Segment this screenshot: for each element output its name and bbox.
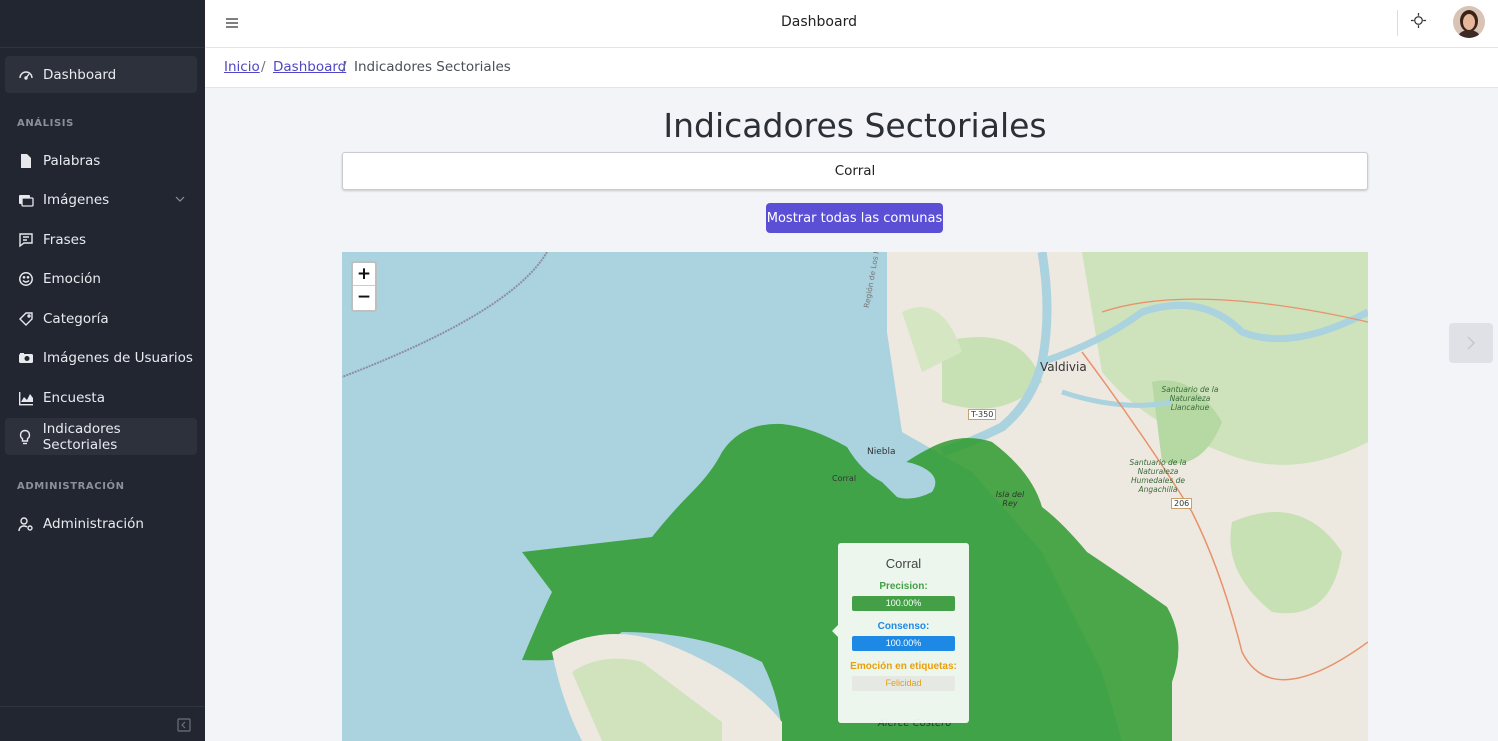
sidebar-item-emocion[interactable]: Emoción [5, 260, 197, 297]
sidebar-item-label: Administración [43, 515, 144, 532]
breadcrumb-inicio-link[interactable]: Inicio [224, 59, 260, 75]
breadcrumb-separator: / [261, 59, 266, 75]
comment-icon [17, 231, 34, 248]
sidebar-item-label: Emoción [43, 270, 101, 287]
sidebar: Dashboard ANÁLISIS Palabras Imágenes Fra… [0, 0, 205, 741]
smile-icon [17, 270, 34, 287]
speedometer-icon [17, 66, 34, 83]
sidebar-item-encuesta[interactable]: Encuesta [5, 379, 197, 416]
sidebar-item-dashboard[interactable]: Dashboard [5, 56, 197, 93]
commune-select[interactable]: Corral [342, 152, 1368, 190]
chevron-right-icon [1467, 336, 1476, 350]
lightbulb-icon [17, 428, 34, 445]
tag-icon [17, 310, 34, 327]
sidebar-footer [0, 706, 205, 741]
images-icon [17, 191, 34, 208]
header-title: Dashboard [781, 14, 857, 30]
zoom-control: + − [351, 261, 377, 312]
sidebar-item-frases[interactable]: Frases [5, 221, 197, 258]
map-label-santuario-2: Santuario de la Naturaleza Humedales de … [1129, 458, 1187, 494]
sidebar-item-palabras[interactable]: Palabras [5, 142, 197, 179]
breadcrumb-separator: / [342, 59, 347, 75]
zoom-in-button[interactable]: + [353, 263, 375, 286]
file-icon [17, 152, 34, 169]
commune-popup: Corral Precision: 100.00% Consenso: 100.… [832, 543, 969, 723]
chevron-down-icon[interactable] [175, 194, 185, 204]
precision-label: Precision: [879, 581, 928, 592]
header-divider [1397, 10, 1398, 36]
sidebar-item-imagenes[interactable]: Imágenes [5, 181, 197, 218]
sidebar-item-label: Imágenes [43, 191, 110, 208]
breadcrumb-dashboard-link[interactable]: Dashboard [273, 59, 346, 75]
theme-toggle-icon[interactable] [1410, 12, 1427, 29]
breadcrumb-current: Indicadores Sectoriales [354, 59, 511, 75]
consensus-bar: 100.00% [852, 636, 955, 651]
sidebar-toggle-icon[interactable] [177, 718, 191, 732]
show-all-communes-button[interactable]: Mostrar todas las comunas [766, 203, 943, 233]
map-label-corral-town: Corral [832, 474, 857, 483]
sidebar-item-label: Dashboard [43, 66, 117, 83]
map-label-santuario-1: Santuario de la Naturaleza Llancahue [1161, 385, 1219, 412]
sidebar-item-administracion[interactable]: Administración [5, 505, 197, 542]
user-gear-icon [17, 515, 34, 532]
side-arrow-button[interactable] [1449, 323, 1493, 363]
avatar[interactable] [1453, 6, 1485, 38]
sidebar-item-label: Frases [43, 231, 86, 248]
map-label-valdivia: Valdivia [1040, 360, 1087, 374]
section-title-analysis: ANÁLISIS [17, 118, 74, 129]
page-title: Indicadores Sectoriales [663, 106, 1047, 145]
map-label-road-t350: T-350 [968, 409, 997, 420]
chart-icon [17, 389, 34, 406]
sidebar-brand [0, 0, 205, 48]
sidebar-item-label: Indicadores Sectoriales [42, 420, 121, 453]
sidebar-item-imagenes-usuarios[interactable]: Imágenes de Usuarios [5, 339, 197, 376]
map-label-road-206: 206 [1171, 498, 1193, 509]
sidebar-item-label: Encuesta [43, 389, 105, 406]
camera-icon [17, 349, 34, 366]
sidebar-item-label: Categoría [43, 310, 109, 327]
sidebar-item-indicadores[interactable]: Indicadores Sectoriales [5, 418, 197, 455]
sidebar-item-label: Imágenes de Usuarios [43, 349, 193, 366]
top-header: Dashboard [205, 0, 1498, 48]
section-title-admin: ADMINISTRACIÓN [17, 481, 125, 492]
map-label-niebla: Niebla [867, 447, 896, 457]
emotion-label: Emoción en etiquetas: [850, 661, 957, 672]
consensus-label: Consenso: [877, 621, 930, 632]
emotion-badge: Felicidad [852, 676, 955, 691]
map[interactable]: + − Valdivia Niebla Corral Isla del Rey … [342, 252, 1368, 741]
popup-tip [832, 625, 838, 637]
precision-bar: 100.00% [852, 596, 955, 611]
map-label-isla: Isla del Rey [995, 490, 1025, 508]
sidebar-item-label: Palabras [43, 152, 101, 169]
breadcrumb: Inicio / Dashboard / Indicadores Sectori… [205, 48, 1498, 88]
popup-title: Corral [885, 556, 922, 571]
zoom-out-button[interactable]: − [353, 286, 375, 309]
sidebar-item-categoria[interactable]: Categoría [5, 300, 197, 337]
